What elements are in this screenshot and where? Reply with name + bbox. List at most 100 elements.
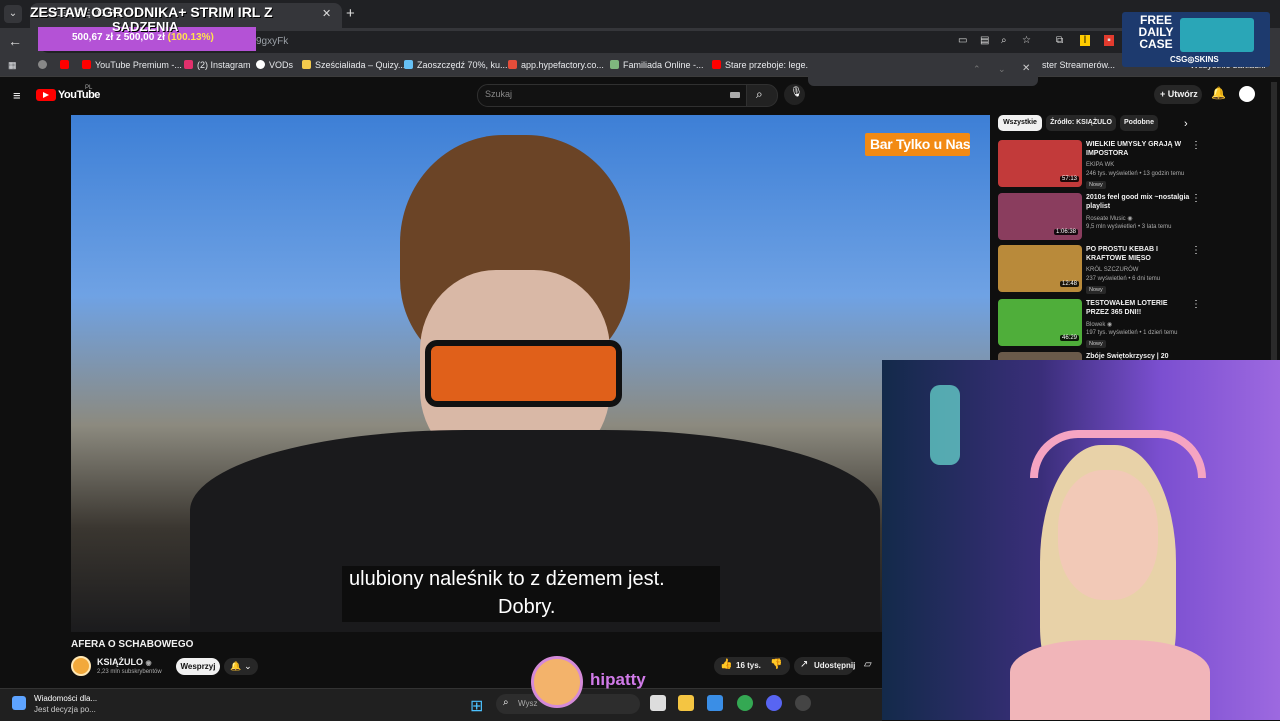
bookmark-item-youtube-premium[interactable]: YouTube Premium -... — [82, 60, 182, 70]
voice-search-button[interactable]: 🎙 — [784, 84, 805, 105]
task-view-icon[interactable] — [650, 695, 666, 711]
video-duration: 12:48 — [1060, 281, 1080, 287]
microphone-icon: 🎙 — [790, 87, 803, 98]
subscription-bell-button[interactable]: 🔔 ⌄ — [224, 658, 258, 675]
youtube-favicon-icon — [60, 60, 69, 69]
save-icon[interactable]: ▱ — [864, 659, 872, 670]
create-button-label: + Utwórz — [1160, 89, 1198, 99]
news-widget-subtitle[interactable]: Jest decyzja po... — [34, 705, 96, 714]
bookmark-item-instagram[interactable]: (2) Instagram — [184, 60, 251, 70]
more-options-icon[interactable]: ⋮ — [1191, 299, 1201, 310]
find-prev-icon[interactable]: ⌃ — [973, 64, 981, 75]
recommended-video[interactable]: 46:29 TESTOWAŁEM LOTERIE PRZEZ 365 DNI!!… — [998, 299, 1201, 349]
bookmark-favicon — [508, 60, 517, 69]
discord-icon[interactable] — [766, 695, 782, 711]
goal-amount: 500,67 zł — [72, 32, 114, 43]
video-title[interactable]: WIELKIE UMYSŁY GRAJĄ W IMPOSTORA — [1086, 140, 1191, 158]
thumbs-down-icon[interactable]: 👎 — [770, 659, 782, 670]
channel-name[interactable]: Roseate Music ◉ — [1086, 215, 1133, 222]
video-duration: 1:06:38 — [1054, 229, 1079, 235]
notifications-bell-icon[interactable]: 🔔 — [1211, 86, 1226, 100]
chip-all[interactable]: Wszystkie — [998, 115, 1042, 131]
bookmark-item-stare-przeboje[interactable]: Stare przeboje: lege... — [712, 60, 813, 70]
streamer-name: hipatty — [590, 670, 646, 689]
more-options-icon[interactable]: ⋮ — [1191, 193, 1201, 204]
chip-similar[interactable]: Podobne — [1120, 115, 1158, 131]
tab-close-icon[interactable]: ✕ — [322, 7, 331, 20]
account-avatar[interactable] — [1239, 86, 1255, 102]
support-button[interactable]: Wesprzyj — [176, 658, 220, 675]
extensions-icon[interactable]: ⧉ — [1056, 35, 1063, 46]
bookmark-item-szescialiada[interactable]: Sześcialiada – Quizy... — [302, 60, 405, 70]
video-title[interactable]: PO PROSTU KEBAB I KRAFTOWE MIĘSO — [1086, 245, 1191, 263]
keyboard-icon[interactable] — [730, 92, 740, 98]
back-arrow-icon[interactable]: ← — [8, 33, 22, 49]
bookmark-favicon — [302, 60, 311, 69]
page-scrollbar[interactable] — [1271, 82, 1277, 362]
extension-icon[interactable]: l — [1080, 35, 1090, 46]
chevron-right-icon[interactable]: › — [1184, 118, 1188, 130]
chrome-icon[interactable] — [737, 695, 753, 711]
verified-icon: ◉ — [1107, 322, 1113, 328]
hamburger-menu-icon[interactable]: ≡ — [13, 88, 21, 103]
tab-search-button[interactable]: ⌄ — [4, 5, 22, 23]
channel-name[interactable]: KSIĄŻULO ◉ — [97, 657, 152, 667]
bookmark-item[interactable] — [38, 60, 51, 70]
video-duration: 57:13 — [1060, 176, 1080, 182]
share-arrow-icon: ↗ — [800, 659, 809, 670]
new-tab-button[interactable]: + — [346, 5, 355, 22]
windows-start-icon[interactable]: ⊞ — [470, 696, 483, 716]
ad-line-3: CASE — [1139, 37, 1173, 51]
bookmark-item[interactable] — [60, 60, 73, 70]
channel-name[interactable]: EKIPA WK — [1086, 162, 1114, 168]
video-title[interactable]: TESTOWAŁEM LOTERIE PRZEZ 365 DNI!! — [1086, 299, 1191, 317]
bookmark-item-hypefactory[interactable]: app.hypefactory.co... — [508, 60, 604, 70]
obs-icon[interactable] — [795, 695, 811, 711]
find-bar: ⌃ ⌄ ✕ — [808, 56, 1038, 86]
cat-ear-headset — [1030, 430, 1206, 478]
video-title[interactable]: 2010s feel good mix ~nostalgia playlist — [1086, 193, 1191, 211]
bookmark-item-steam[interactable]: Zaoszczędź 70%, ku... — [404, 60, 508, 70]
verified-icon: ◉ — [1127, 216, 1133, 222]
more-options-icon[interactable]: ⋮ — [1191, 140, 1201, 151]
video-meta: 197 tys. wyświetleń • 1 dzień temu — [1086, 330, 1178, 336]
bookmark-label: (2) Instagram — [197, 60, 251, 70]
youtube-logo-text[interactable]: YouTube — [58, 89, 100, 101]
channel-avatar[interactable] — [71, 656, 91, 676]
recommended-video[interactable]: 1:06:38 2010s feel good mix ~nostalgia p… — [998, 193, 1201, 243]
bookmark-star-icon[interactable]: ☆ — [1022, 35, 1031, 46]
find-close-icon[interactable]: ✕ — [1022, 63, 1030, 74]
search-icon: ⌕ — [756, 87, 763, 101]
news-widget-icon[interactable] — [12, 696, 26, 710]
apps-grid-icon[interactable]: ▦ — [8, 60, 17, 71]
more-options-icon[interactable]: ⋮ — [1191, 245, 1201, 256]
video-meta: 237 wyświetleń • 6 dni temu — [1086, 276, 1161, 282]
channel-name[interactable]: KRÓL SZCZURÓW — [1086, 267, 1138, 273]
news-widget-title[interactable]: Wiadomości dla... — [34, 694, 97, 703]
page-icon[interactable]: ▤ — [980, 35, 989, 46]
bookmark-item-streamerow[interactable]: ster Streamerów... — [1042, 60, 1115, 70]
bookmark-item-familiada[interactable]: Familiada Online -... — [610, 60, 704, 70]
find-next-icon[interactable]: ⌄ — [998, 64, 1006, 75]
ad-headline: FREE DAILY CASE — [1132, 14, 1180, 50]
search-placeholder: Szukaj — [485, 89, 513, 99]
search-input[interactable] — [477, 84, 747, 107]
webcam-person-top — [1010, 640, 1210, 720]
bookmark-item-vods[interactable]: VODs — [256, 60, 293, 70]
bookmark-label: VODs — [269, 60, 294, 70]
caption-line-1: ulubiony naleśnik to z dżemem jest. — [349, 568, 665, 590]
subscriber-count: 2,23 mln subskrybentów — [97, 669, 162, 675]
channel-name[interactable]: Blowek ◉ — [1086, 321, 1112, 328]
store-icon[interactable] — [707, 695, 723, 711]
recommended-video[interactable]: 12:48 PO PROSTU KEBAB I KRAFTOWE MIĘSO K… — [998, 245, 1201, 295]
recommended-video[interactable]: 57:13 WIELKIE UMYSŁY GRAJĄ W IMPOSTORA E… — [998, 140, 1201, 190]
chip-source[interactable]: Źródło: KSIĄŻULO — [1046, 115, 1116, 131]
file-explorer-icon[interactable] — [678, 695, 694, 711]
zoom-icon[interactable]: ⌕ — [1001, 35, 1007, 46]
like-count: 16 tys. — [736, 661, 761, 670]
search-button[interactable]: ⌕ — [746, 84, 778, 107]
instagram-favicon-icon — [184, 60, 193, 69]
cast-icon[interactable]: ▭ — [958, 35, 967, 46]
extension-icon-2[interactable]: ▪ — [1104, 35, 1114, 46]
goal-percent: (100.13%) — [167, 32, 214, 43]
